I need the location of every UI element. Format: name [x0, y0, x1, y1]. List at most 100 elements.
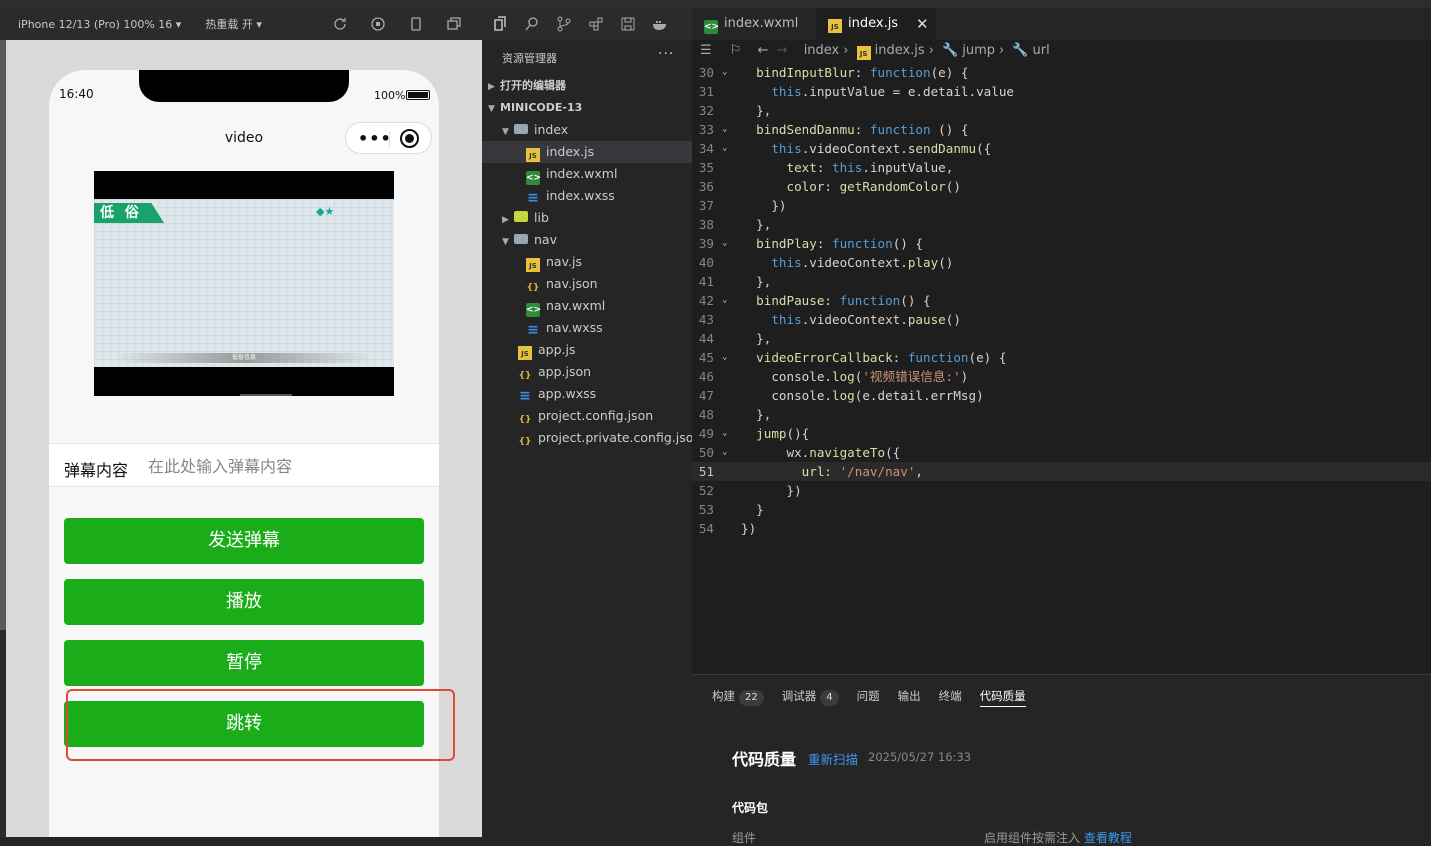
hot-reload-toggle[interactable]: 热重载 开 ▾ — [205, 16, 262, 32]
refresh-icon[interactable] — [332, 16, 348, 32]
more-actions-icon[interactable]: ··· — [658, 46, 674, 62]
fold-chevron-icon[interactable]: ⌄ — [722, 120, 727, 139]
tree-folder-lib[interactable]: ▶ lib — [482, 207, 692, 229]
code-line[interactable]: 39 ⌄ bindPlay: function() { — [692, 234, 1431, 253]
code-line[interactable]: 34 ⌄ this.videoContext.sendDanmu({ — [692, 139, 1431, 158]
fold-chevron-icon[interactable]: ⌄ — [722, 348, 727, 367]
tree-file-index-wxss[interactable]: ≡ index.wxss — [482, 185, 692, 207]
fold-chevron-icon[interactable]: ⌄ — [722, 63, 727, 82]
tab-output[interactable]: 输出 — [898, 685, 921, 707]
code-line[interactable]: 45 ⌄ videoErrorCallback: function(e) { — [692, 348, 1431, 367]
code-line[interactable]: 48 }, — [692, 405, 1431, 424]
tree-file-nav-json[interactable]: {} nav.json — [482, 273, 692, 295]
stop-icon[interactable] — [370, 16, 386, 32]
rescan-link[interactable]: 重新扫描 — [808, 749, 858, 768]
fold-chevron-icon[interactable]: ⌄ — [722, 443, 727, 462]
tab-build[interactable]: 构建 22 — [712, 685, 764, 707]
breadcrumb-symbol-jump[interactable]: jump — [962, 43, 995, 58]
more-dots-icon[interactable]: ••• — [358, 129, 392, 148]
close-icon[interactable]: ✕ — [916, 8, 929, 40]
line-number: 39 — [698, 236, 714, 251]
code-line[interactable]: 33 ⌄ bindSendDanmu: function () { — [692, 120, 1431, 139]
code-line[interactable]: 51 url: '/nav/nav', — [692, 462, 1431, 481]
fold-chevron-icon[interactable]: ⌄ — [722, 139, 727, 158]
open-editors-section[interactable]: ▶ 打开的编辑器 — [482, 75, 692, 97]
breadcrumb-file[interactable]: index.js — [875, 43, 925, 58]
tutorial-link[interactable]: 查看教程 — [1084, 831, 1132, 845]
tab-terminal[interactable]: 终端 — [939, 685, 962, 707]
tree-file-app-js[interactable]: JS app.js — [482, 339, 692, 361]
files-icon[interactable] — [492, 16, 508, 32]
code-line[interactable]: 42 ⌄ bindPause: function() { — [692, 291, 1431, 310]
code-line[interactable]: 50 ⌄ wx.navigateTo({ — [692, 443, 1431, 462]
tree-file-project-private-config[interactable]: {} project.private.config.json — [482, 427, 702, 449]
breadcrumb-symbol-url[interactable]: url — [1033, 43, 1050, 58]
tree-file-nav-wxml[interactable]: <> nav.wxml — [482, 295, 692, 317]
tree-label: nav — [534, 232, 557, 247]
tree-file-nav-js[interactable]: JS nav.js — [482, 251, 692, 273]
play-button[interactable]: 播放 — [64, 579, 424, 625]
code-line[interactable]: 36 color: getRandomColor() — [692, 177, 1431, 196]
back-arrow-icon[interactable]: ← — [758, 43, 769, 58]
code-line[interactable]: 49 ⌄ jump(){ — [692, 424, 1431, 443]
close-target-icon[interactable] — [400, 129, 419, 148]
code-line[interactable]: 43 this.videoContext.pause() — [692, 310, 1431, 329]
tree-label: project.private.config.json — [538, 430, 702, 445]
code-line[interactable]: 35 text: this.inputValue, — [692, 158, 1431, 177]
popout-icon[interactable] — [446, 16, 462, 32]
project-section[interactable]: ▼ MINICODE-13 — [482, 97, 692, 119]
code-line[interactable]: 40 this.videoContext.play() — [692, 253, 1431, 272]
breadcrumb-folder[interactable]: index — [804, 43, 840, 58]
code-line[interactable]: 31 this.inputValue = e.detail.value — [692, 82, 1431, 101]
chevron-right-icon: › — [928, 43, 934, 58]
tree-file-index-wxml[interactable]: <> index.wxml — [482, 163, 692, 185]
video-progress[interactable] — [240, 394, 292, 396]
video-player[interactable]: 低 俗 ◆★ 低俗信息 — [94, 171, 394, 396]
extensions-icon[interactable] — [588, 16, 604, 32]
code-editor[interactable]: 30 ⌄ bindInputBlur: function(e) {31 this.… — [692, 62, 1431, 674]
docker-icon[interactable] — [652, 16, 668, 32]
forward-arrow-icon[interactable]: → — [777, 43, 788, 58]
send-danmu-button[interactable]: 发送弹幕 — [64, 518, 424, 564]
source-control-icon[interactable] — [556, 16, 572, 32]
code-line[interactable]: 46 console.log('视频错误信息:') — [692, 367, 1431, 386]
code-line[interactable]: 52 }) — [692, 481, 1431, 500]
tree-file-project-config[interactable]: {} project.config.json — [482, 405, 692, 427]
code-line[interactable]: 32 }, — [692, 101, 1431, 120]
danmu-input[interactable] — [148, 453, 418, 479]
phone-icon[interactable] — [408, 16, 424, 32]
tab-index-wxml[interactable]: <> index.wxml — [692, 8, 812, 40]
code-text: this.videoContext.sendDanmu({ — [771, 141, 992, 156]
line-number: 30 — [698, 65, 714, 80]
code-line[interactable]: 47 console.log(e.detail.errMsg) — [692, 386, 1431, 405]
code-line[interactable]: 41 }, — [692, 272, 1431, 291]
storage-icon[interactable] — [620, 16, 636, 32]
line-number: 37 — [698, 198, 714, 213]
tree-file-app-json[interactable]: {} app.json — [482, 361, 692, 383]
fold-chevron-icon[interactable]: ⌄ — [722, 234, 727, 253]
fold-chevron-icon[interactable]: ⌄ — [722, 424, 727, 443]
tree-file-app-wxss[interactable]: ≡ app.wxss — [482, 383, 692, 405]
tree-file-nav-wxss[interactable]: ≡ nav.wxss — [482, 317, 692, 339]
code-line[interactable]: 30 ⌄ bindInputBlur: function(e) { — [692, 63, 1431, 82]
tab-debugger[interactable]: 调试器 4 — [782, 685, 839, 707]
pause-button[interactable]: 暂停 — [64, 640, 424, 686]
tab-index-js[interactable]: JS index.js ✕ — [816, 8, 936, 40]
tree-file-index-js[interactable]: JS index.js — [482, 141, 692, 163]
code-line[interactable]: 54}) — [692, 519, 1431, 538]
code-line[interactable]: 38 }, — [692, 215, 1431, 234]
tab-code-quality[interactable]: 代码质量 — [979, 685, 1026, 707]
code-line[interactable]: 53 } — [692, 500, 1431, 519]
tree-folder-nav[interactable]: ▼ nav — [482, 229, 692, 251]
fold-chevron-icon[interactable]: ⌄ — [722, 291, 727, 310]
device-select[interactable]: iPhone 12/13 (Pro) 100% 16 ▾ — [18, 18, 181, 31]
tree-folder-index[interactable]: ▼ index — [482, 119, 692, 141]
bookmark-icon[interactable]: ⚐ — [730, 43, 742, 58]
tab-problems[interactable]: 问题 — [857, 685, 880, 707]
mini-program-capsule[interactable]: ••• — [345, 122, 432, 154]
code-line[interactable]: 44 }, — [692, 329, 1431, 348]
code-line[interactable]: 37 }) — [692, 196, 1431, 215]
line-number: 32 — [698, 103, 714, 118]
split-editor-icon[interactable]: ☰ — [700, 43, 712, 58]
search-icon[interactable] — [524, 16, 540, 32]
